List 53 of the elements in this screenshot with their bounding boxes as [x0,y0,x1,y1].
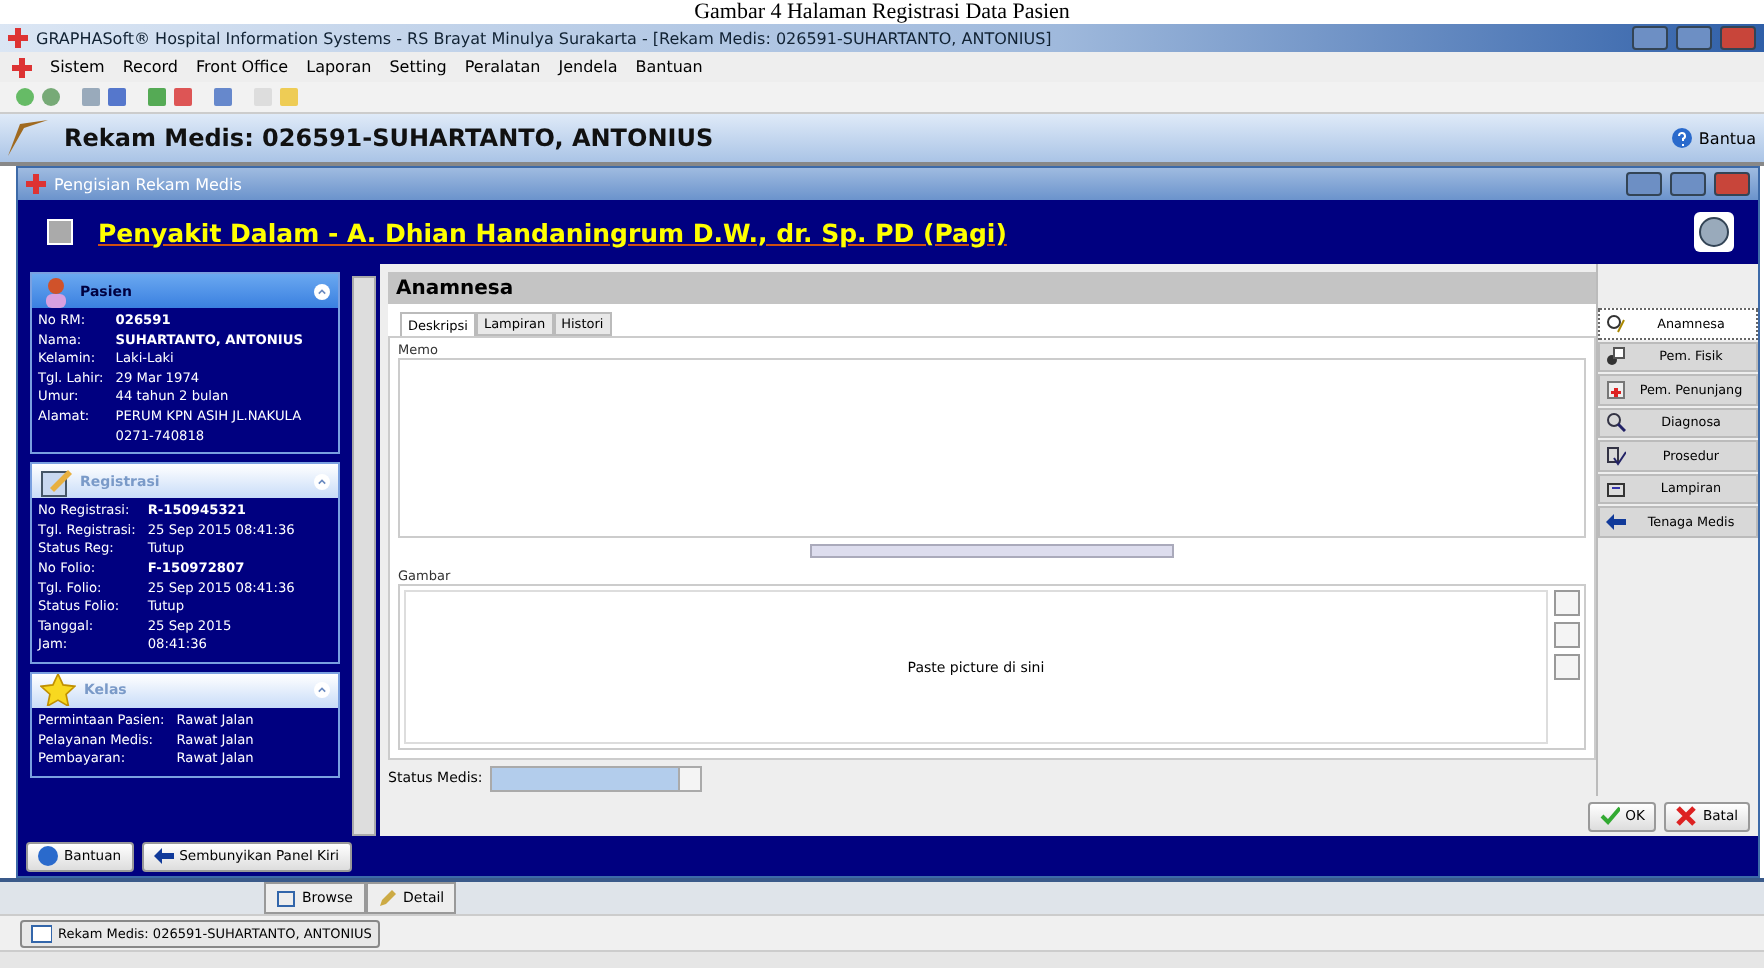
medical-cross-icon [26,174,46,194]
menu-item[interactable]: Setting [389,58,447,76]
child-window-title: Pengisian Rekam Medis [54,175,244,193]
window-icon [28,923,52,943]
person-icon [40,275,72,307]
memo-field[interactable] [398,358,1586,539]
splitter-handle[interactable] [810,544,1174,559]
help-button[interactable]: Bantua [1672,128,1756,148]
minimize-button[interactable] [1632,26,1668,50]
pencil-notepad-icon [40,465,72,498]
scrollbar[interactable] [352,276,376,836]
menu-item[interactable]: Peralatan [464,58,541,76]
left-arrow-icon [153,846,174,866]
pencil-icon [377,888,397,908]
left-arrow-icon [1606,511,1626,532]
clear-button[interactable] [1554,654,1580,681]
emblem-icon [1694,212,1734,252]
checkmark-icon [1599,806,1620,826]
medical-cross-icon [12,57,32,77]
menu-item[interactable]: Record [122,58,178,76]
figure-caption: Gambar 4 Halaman Registrasi Data Pasien [692,0,1072,24]
maximize-button[interactable] [1676,26,1712,50]
collapse-icon [314,473,330,490]
checklist-icon [1606,445,1626,466]
medical-kit-icon [1606,379,1626,400]
edit-button[interactable] [1554,622,1580,649]
maximize-button[interactable] [1670,172,1706,196]
collapse-icon [314,682,330,699]
menu-item[interactable]: Bantuan [635,58,703,76]
minimize-button[interactable] [1626,172,1662,196]
paste-button[interactable] [1554,590,1580,617]
collapse-icon [314,283,330,299]
doctor-banner-title: Penyakit Dalam - A. Dhian Handaningrum D.W., dr. Sp. PD (Pagi) [98,217,1009,247]
attachment-icon [1606,478,1626,499]
menu-item[interactable]: Front Office [195,58,289,76]
menu-item[interactable]: Sistem [50,58,105,76]
help-icon [38,846,58,866]
close-icon [1676,806,1697,826]
table-icon [276,888,296,908]
help-icon [1672,128,1693,148]
search-icon [1606,412,1626,433]
close-button[interactable] [1714,172,1750,196]
close-button[interactable] [1720,26,1756,50]
window-title: GRAPHASoft® Hospital Information Systems - RS Brayat Minulya Surakarta - [Rekam Medis: 026591-SUHARTANTO, ANTONIUS] [36,29,1054,47]
menu-item[interactable]: Laporan [306,58,372,76]
menu-item[interactable]: Jendela [558,58,618,76]
star-icon [40,674,76,707]
module-title: Rekam Medis: 026591-SUHARTANTO, ANTONIUS [64,124,716,152]
medical-cross-icon [8,28,28,48]
section-title: Anamnesa [388,272,1596,304]
status-dropdown[interactable] [490,765,703,791]
toolbar-icon[interactable] [214,88,232,106]
magnifier-pencil-icon [1606,313,1626,334]
